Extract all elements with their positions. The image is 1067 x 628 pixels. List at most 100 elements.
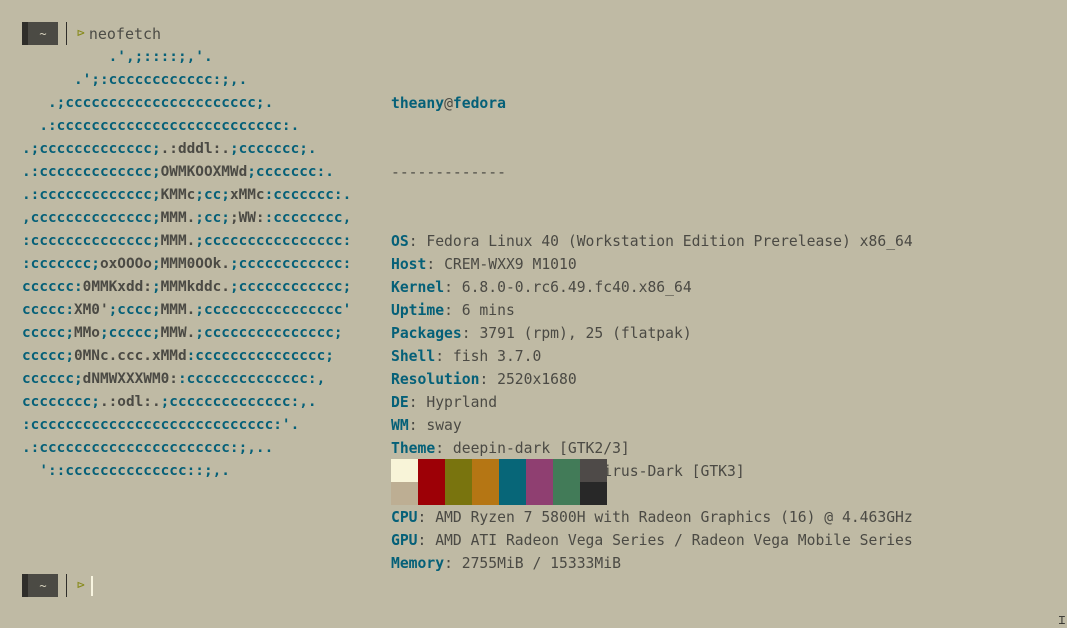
- logo-line: cccccccc;.:odl:.;cccccccccccccc:,.: [22, 394, 317, 410]
- logo-segment: ;cccccccccccc:: [229, 256, 352, 272]
- info-value: 6.8.0-0.rc6.49.fc40.x86_64: [461, 279, 692, 296]
- palette-swatch-top-7: [580, 459, 607, 482]
- info-key: CPU: [391, 509, 418, 526]
- info-value: 3791 (rpm), 25 (flatpak): [479, 325, 692, 342]
- logo-segment: .:dddl:.: [160, 141, 230, 157]
- logo-line: .;cccccccccccccccccccccc;.: [22, 95, 273, 111]
- logo-segment: .;ccccccccccccc;: [22, 141, 161, 157]
- info-value: 2755MiB / 15333MiB: [461, 555, 621, 572]
- palette-swatch-bottom-4: [499, 482, 526, 505]
- logo-segment: MMW.: [160, 325, 196, 341]
- color-palette: [391, 459, 607, 505]
- info-colon: :: [408, 394, 427, 411]
- info-row-cpu: CPU: AMD Ryzen 7 5800H with Radeon Graph…: [391, 506, 913, 529]
- info-value: sway: [426, 417, 462, 434]
- logo-segment: .:ccccccccccccc;: [22, 187, 161, 203]
- logo-segment: OWMKOOXMWd: [160, 164, 248, 180]
- logo-segment: cccccc:: [22, 279, 83, 295]
- logo-line: '::cccccccccccccc::;,.: [22, 463, 230, 479]
- logo-segment: :cccccccc,: [264, 210, 352, 226]
- logo-line: ccccc:XM0';cccc;MMM.;cccccccccccccccc': [22, 302, 351, 318]
- logo-segment: XM0': [73, 302, 109, 318]
- logo-segment: cccccc;: [22, 371, 83, 387]
- info-colon: :: [444, 279, 462, 296]
- user-host-line: theany@fedora: [391, 92, 913, 115]
- logo-segment: ;cccccccccccc;: [229, 279, 352, 295]
- fedora-ascii-logo: .',;::::;,'. .';:cccccccccccc:;,. .;cccc…: [22, 46, 351, 483]
- text-cursor[interactable]: [90, 575, 93, 596]
- palette-swatch-top-1: [418, 459, 445, 482]
- logo-segment: xMMc: [229, 187, 265, 203]
- logo-line: cccccc;dNMWXXXWM0::cccccccccccccc:,: [22, 371, 325, 387]
- logo-segment: ;cccccccccccccccc': [195, 302, 352, 318]
- logo-segment: ;ccccccc;.: [229, 141, 317, 157]
- info-key: WM: [391, 417, 409, 434]
- info-key: Resolution: [391, 371, 480, 388]
- prompt-arrow-icon: ⊳: [77, 26, 85, 41]
- info-key: Kernel: [391, 279, 445, 296]
- logo-segment: ;: [151, 256, 161, 272]
- logo-line: .',;::::;,'.: [22, 49, 213, 65]
- logo-line: cccccc:0MMKxdd:;MMMkddc.;cccccccccccc;: [22, 279, 351, 295]
- prompt-line-2[interactable]: ~ ⊳: [22, 574, 93, 597]
- palette-swatch-bottom-1: [418, 482, 445, 505]
- logo-line: :cccccccccccccc;MMM.;cccccccccccccccc:: [22, 233, 351, 249]
- info-colon: :: [479, 371, 498, 388]
- palette-swatch-bottom-7: [580, 482, 607, 505]
- logo-segment: ;ccccccc:.: [247, 164, 334, 180]
- info-colon: :: [417, 509, 436, 526]
- logo-segment: ;: [151, 279, 161, 295]
- info-colon: :: [408, 233, 427, 250]
- username: theany: [391, 95, 445, 112]
- logo-segment: ;cc;: [195, 187, 230, 203]
- info-row-packages: Packages: 3791 (rpm), 25 (flatpak): [391, 322, 913, 345]
- info-value: AMD Ryzen 7 5800H with Radeon Graphics (…: [435, 509, 913, 526]
- info-separator: -------------: [391, 164, 506, 181]
- info-value: 6 mins: [461, 302, 515, 319]
- info-row-gpu: GPU: AMD ATI Radeon Vega Series / Radeon…: [391, 529, 913, 552]
- logo-line: .';:cccccccccccc:;,.: [22, 72, 247, 88]
- logo-segment: :cccccccccccccc;: [22, 233, 161, 249]
- at-sign: @: [444, 95, 453, 112]
- logo-line: :ccccccc;oxOOOo;MMM0OOk.;cccccccccccc:: [22, 256, 351, 272]
- info-key: Shell: [391, 348, 436, 365]
- info-row-kernel: Kernel: 6.8.0-0.rc6.49.fc40.x86_64: [391, 276, 913, 299]
- info-value: deepin-dark [GTK2/3]: [452, 440, 630, 457]
- info-value: CREM-WXX9 M1010: [444, 256, 577, 273]
- info-colon: :: [444, 302, 462, 319]
- info-colon: :: [417, 532, 436, 549]
- palette-swatch-top-5: [526, 459, 553, 482]
- logo-segment: :ccccccc;: [22, 256, 100, 272]
- info-row-de: DE: Hyprland: [391, 391, 913, 414]
- palette-swatch-bottom-5: [526, 482, 553, 505]
- logo-segment: :ccccccc:.: [264, 187, 352, 203]
- palette-swatch-top-3: [472, 459, 499, 482]
- mouse-ibeam-icon: Ɪ: [1058, 614, 1065, 627]
- info-colon: :: [408, 417, 427, 434]
- logo-segment: .:cccccccccccccccccccccccccc:.: [22, 118, 300, 134]
- logo-segment: ,cccccccccccccc;: [22, 210, 161, 226]
- palette-swatch-bottom-0: [391, 482, 418, 505]
- palette-swatch-bottom-6: [553, 482, 580, 505]
- info-colon: :: [435, 348, 453, 365]
- logo-segment: :cccccccccccccc:,: [177, 371, 326, 387]
- info-key: OS: [391, 233, 409, 250]
- logo-segment: :cccccccccccccccccccccccccccc:'.: [22, 417, 300, 433]
- logo-line: ccccc;MMo;ccccc;MMW.;ccccccccccccccc;: [22, 325, 343, 341]
- prompt-line-1: ~ ⊳ neofetch: [22, 22, 161, 45]
- palette-swatch-top-2: [445, 459, 472, 482]
- info-row-uptime: Uptime: 6 mins: [391, 299, 913, 322]
- directory-badge: ~: [22, 574, 58, 597]
- info-value: 2520x1680: [497, 371, 577, 388]
- logo-segment: MMM.: [160, 233, 196, 249]
- logo-segment: '::cccccccccccccc::;,.: [22, 463, 230, 479]
- logo-segment: ccccc:: [22, 302, 74, 318]
- directory-label: ~: [39, 26, 47, 41]
- prompt-arrow-icon: ⊳: [77, 578, 85, 593]
- info-key: GPU: [391, 532, 418, 549]
- logo-segment: ;ccccc;: [99, 325, 161, 341]
- logo-segment: .:cccccccccccccccccccccc:;,..: [22, 440, 274, 456]
- logo-segment: oxOOOo: [99, 256, 152, 272]
- logo-segment: cccccccc;: [22, 394, 100, 410]
- info-row-wm: WM: sway: [391, 414, 913, 437]
